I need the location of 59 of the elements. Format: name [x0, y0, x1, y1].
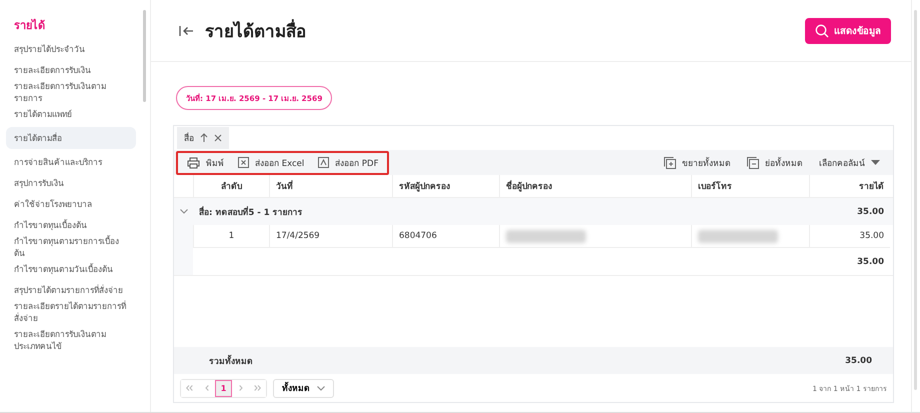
sidebar-item[interactable]: การจ่ายสินค้าและบริการ — [6, 154, 136, 170]
expand-all-button[interactable]: ขยายทั้งหมด — [659, 154, 736, 172]
sidebar-item[interactable]: กำไรขาดทุนตามวันเบื้องต้น — [6, 261, 136, 277]
sidebar-item[interactable]: สรุปรายได้ตามรายการที่สั่งจ่าย — [6, 282, 136, 298]
collapse-all-button[interactable]: ย่อทั้งหมด — [742, 154, 808, 172]
subtotal: 35.00 — [856, 256, 885, 268]
sidebar-item[interactable]: รายได้ตามสื่อ — [6, 127, 136, 149]
page-title: รายได้ตามสื่อ — [205, 17, 795, 44]
document-file-icon — [318, 157, 330, 168]
page-button[interactable]: 1 — [215, 380, 232, 396]
sidebar-item[interactable]: ค่าใช้จ่ายโรงพยาบาล — [6, 196, 136, 212]
chevron-left-icon — [204, 385, 208, 391]
column-chooser-button[interactable]: เลือกคอลัมน์ — [814, 154, 885, 172]
sidebar-item[interactable]: รายละเอียดการรับเงิน — [6, 62, 136, 78]
table-cell: 35.00 — [809, 225, 890, 248]
double-chevron-right-icon — [254, 385, 261, 391]
column-header[interactable]: ชื่อผู้ปกครอง — [499, 175, 691, 197]
close-icon[interactable] — [214, 134, 222, 142]
sort-up-icon[interactable] — [200, 133, 208, 143]
sidebar-item[interactable]: สรุปการรับเงิน — [6, 175, 136, 191]
show-data-button[interactable]: แสดงข้อมูล — [805, 18, 891, 44]
chevron-down-icon — [317, 386, 325, 390]
sidebar-item[interactable]: รายละเอียดรายได้ตามรายการที่สั่งจ่าย — [6, 298, 136, 326]
spreadsheet-file-icon — [238, 157, 249, 168]
sidebar-item[interactable]: รายละเอียดการรับเงินตามรายการ — [6, 78, 136, 106]
dropdown-caret-icon — [871, 160, 880, 165]
sidebar-heading: รายได้ — [13, 18, 46, 34]
sidebar-item[interactable]: รายได้ตามแพทย์ — [6, 106, 136, 122]
table-cell: 6804706 — [392, 225, 499, 248]
column-header[interactable]: รายได้ — [809, 175, 890, 197]
page-size-dropdown[interactable]: ทั้งหมด — [273, 378, 334, 398]
sidebar-item[interactable]: รายละเอียดการรับเงินตามประเภทคนไข้ — [6, 326, 136, 354]
group-total: 35.00 — [856, 206, 885, 218]
double-chevron-left-icon — [186, 385, 193, 391]
minus-square-icon — [747, 156, 759, 168]
grand-total: 35.00 — [844, 354, 873, 368]
excel-button[interactable]: ส่งออก Excel — [233, 154, 310, 172]
column-header[interactable]: รหัสผู้ปกครอง — [392, 175, 499, 197]
sidebar-item[interactable]: กำไรขาดทุนตามรายการเบื้องต้น — [6, 233, 136, 261]
collapse-arrow-icon[interactable] — [179, 24, 195, 36]
scrollbar-thumb[interactable] — [143, 10, 146, 102]
chevron-right-icon — [238, 385, 242, 391]
print-button[interactable]: พิมพ์ — [182, 154, 229, 172]
table-cell: 1 — [193, 225, 269, 248]
search-icon — [815, 24, 829, 38]
column-header[interactable]: วันที่ — [269, 175, 392, 197]
printer-icon — [187, 156, 200, 168]
chevron-icon[interactable] — [180, 209, 188, 214]
scrollbar-thumb[interactable] — [914, 10, 917, 390]
column-header[interactable]: เบอร์โทร — [691, 175, 809, 197]
sidebar-item[interactable]: กำไรขาดทุนเบื้องต้น — [6, 217, 136, 233]
table-cell: 17/4/2569 — [269, 225, 392, 248]
group-by-chip[interactable]: สื่อ — [177, 127, 229, 149]
pdf-button[interactable]: ส่งออก PDF — [313, 154, 384, 172]
sidebar-item[interactable]: สรุปรายได้ประจำวัน — [6, 41, 136, 57]
grand-total-label: รวมทั้งหมด — [208, 354, 254, 368]
column-header[interactable]: ลำดับ — [193, 175, 269, 197]
group-label: สื่อ: ทดสอบที่5 - 1 รายการ — [198, 205, 304, 220]
plus-square-icon — [664, 156, 676, 168]
